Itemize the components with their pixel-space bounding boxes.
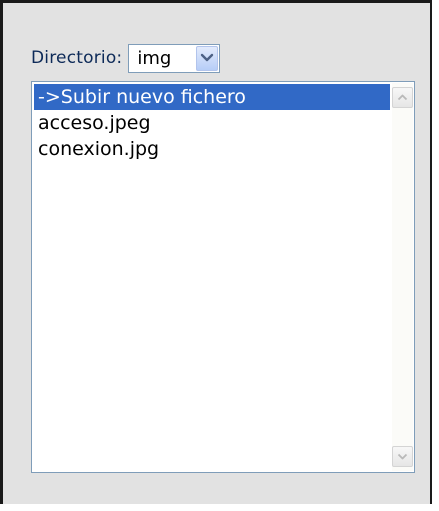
file-listbox[interactable]: ->Subir nuevo fichero acceso.jpeg conexi… [31, 81, 415, 473]
scroll-down-arrow-icon [397, 453, 408, 460]
vertical-scrollbar[interactable] [392, 83, 413, 471]
list-item-file[interactable]: acceso.jpeg [34, 110, 390, 136]
scroll-up-button[interactable] [392, 87, 413, 108]
list-item-file[interactable]: conexion.jpg [34, 136, 390, 162]
directory-select[interactable]: img [128, 43, 221, 73]
directory-row: Directorio: img [31, 43, 221, 73]
chevron-down-icon [201, 53, 214, 61]
directory-label: Directorio: [31, 48, 123, 68]
scroll-down-button[interactable] [392, 446, 413, 467]
directory-select-value: img [137, 47, 172, 69]
dropdown-button[interactable] [196, 45, 219, 71]
list-item-upload-new-file[interactable]: ->Subir nuevo fichero [34, 84, 390, 110]
file-list: ->Subir nuevo fichero acceso.jpeg conexi… [34, 84, 390, 162]
file-browser-panel: Directorio: img ->Subir nuevo fichero ac… [0, 0, 432, 504]
scroll-up-arrow-icon [397, 94, 408, 101]
